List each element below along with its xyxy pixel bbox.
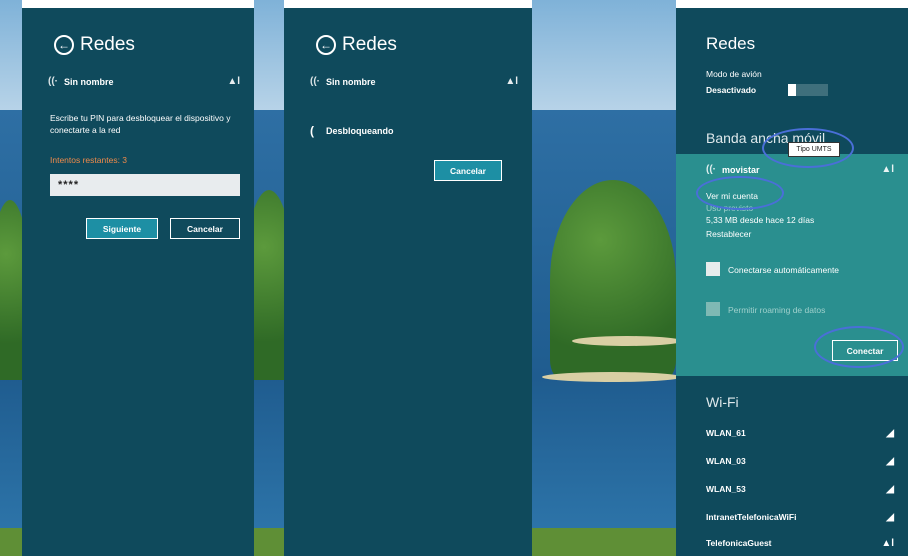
- network-name: Sin nombre: [326, 76, 376, 87]
- wifi-network-name: WLAN_61: [706, 428, 746, 438]
- panel-title: Redes: [80, 34, 135, 55]
- unlocking-status: ( Desbloqueando: [310, 124, 518, 138]
- background-strip-2: [254, 0, 284, 556]
- reset-link[interactable]: Restablecer: [706, 228, 751, 240]
- roaming-checkbox[interactable]: [706, 302, 720, 316]
- wifi-network-name: IntranetTelefonicaWiFi: [706, 512, 797, 522]
- next-button[interactable]: Siguiente: [86, 218, 158, 239]
- wifi-network-item[interactable]: WLAN_03 ◢: [706, 456, 894, 467]
- provider-name: movistar: [722, 164, 760, 175]
- network-panel-pin: ← Redes ((· Sin nombre ▲l Escribe tu PIN…: [22, 8, 254, 556]
- panel-header: ← Redes: [316, 34, 397, 56]
- connection-type-tooltip: Tipo UMTS: [788, 142, 840, 157]
- status-text: Desbloqueando: [326, 126, 394, 136]
- panel-title: Redes: [706, 34, 756, 53]
- back-arrow-icon[interactable]: ←: [54, 35, 74, 55]
- signal-bars-icon: ▲l: [505, 76, 518, 87]
- cancel-button[interactable]: Cancelar: [170, 218, 240, 239]
- pin-prompt: Escribe tu PIN para desbloquear el dispo…: [50, 113, 231, 135]
- wifi-network-item[interactable]: IntranetTelefonicaWiFi ◢: [706, 512, 894, 523]
- auto-connect-checkbox[interactable]: [706, 262, 720, 276]
- panel-header: ← Redes: [54, 34, 135, 56]
- signal-bars-icon: ◢: [886, 484, 894, 495]
- signal-bars-icon: ▲l: [227, 76, 240, 87]
- signal-bars-icon: ▲l: [881, 164, 894, 175]
- wifi-network-name: WLAN_03: [706, 456, 746, 466]
- wifi-network-item[interactable]: TelefonicaGuest ▲l: [706, 538, 894, 549]
- wifi-network-item[interactable]: WLAN_53 ◢: [706, 484, 894, 495]
- signal-bars-icon: ◢: [886, 456, 894, 467]
- back-arrow-icon[interactable]: ←: [316, 35, 336, 55]
- network-panel-unlocking: ← Redes ((· Sin nombre ▲l ( Desbloqueand…: [284, 8, 532, 556]
- highlight-ellipse: [814, 326, 904, 368]
- usage-value: 5,33 MB desde hace 12 días: [706, 215, 815, 225]
- network-icon: ((·: [310, 76, 320, 87]
- background-strip-1: [0, 0, 22, 556]
- signal-bars-icon: ◢: [886, 428, 894, 439]
- background-landscape: [532, 0, 676, 556]
- network-row[interactable]: ((· Sin nombre ▲l: [48, 76, 240, 87]
- wifi-network-name: WLAN_53: [706, 484, 746, 494]
- roaming-label: Permitir roaming de datos: [728, 305, 826, 315]
- attempts-remaining: Intentos restantes: 3: [50, 155, 128, 165]
- wifi-network-name: TelefonicaGuest: [706, 538, 772, 548]
- airplane-mode-state: Desactivado: [706, 85, 757, 95]
- pin-input[interactable]: ****: [50, 174, 240, 196]
- signal-bars-icon: ◢: [886, 512, 894, 523]
- airplane-mode-label: Modo de avión: [706, 69, 762, 79]
- network-row[interactable]: ((· Sin nombre ▲l: [310, 76, 518, 87]
- network-icon: ((·: [706, 164, 716, 175]
- loading-spinner-icon: (: [310, 124, 314, 138]
- network-icon: ((·: [48, 76, 58, 87]
- cancel-button[interactable]: Cancelar: [434, 160, 502, 181]
- auto-connect-label: Conectarse automáticamente: [728, 265, 840, 275]
- wifi-section-title: Wi-Fi: [706, 394, 739, 410]
- network-panel-broadband: Redes Modo de avión Desactivado Banda an…: [676, 8, 908, 556]
- highlight-ellipse: [696, 176, 784, 210]
- network-name: Sin nombre: [64, 76, 114, 87]
- signal-bars-icon: ▲l: [881, 538, 894, 549]
- panel-title: Redes: [342, 34, 397, 55]
- airplane-mode-toggle[interactable]: [788, 84, 828, 96]
- wifi-network-item[interactable]: WLAN_61 ◢: [706, 428, 894, 439]
